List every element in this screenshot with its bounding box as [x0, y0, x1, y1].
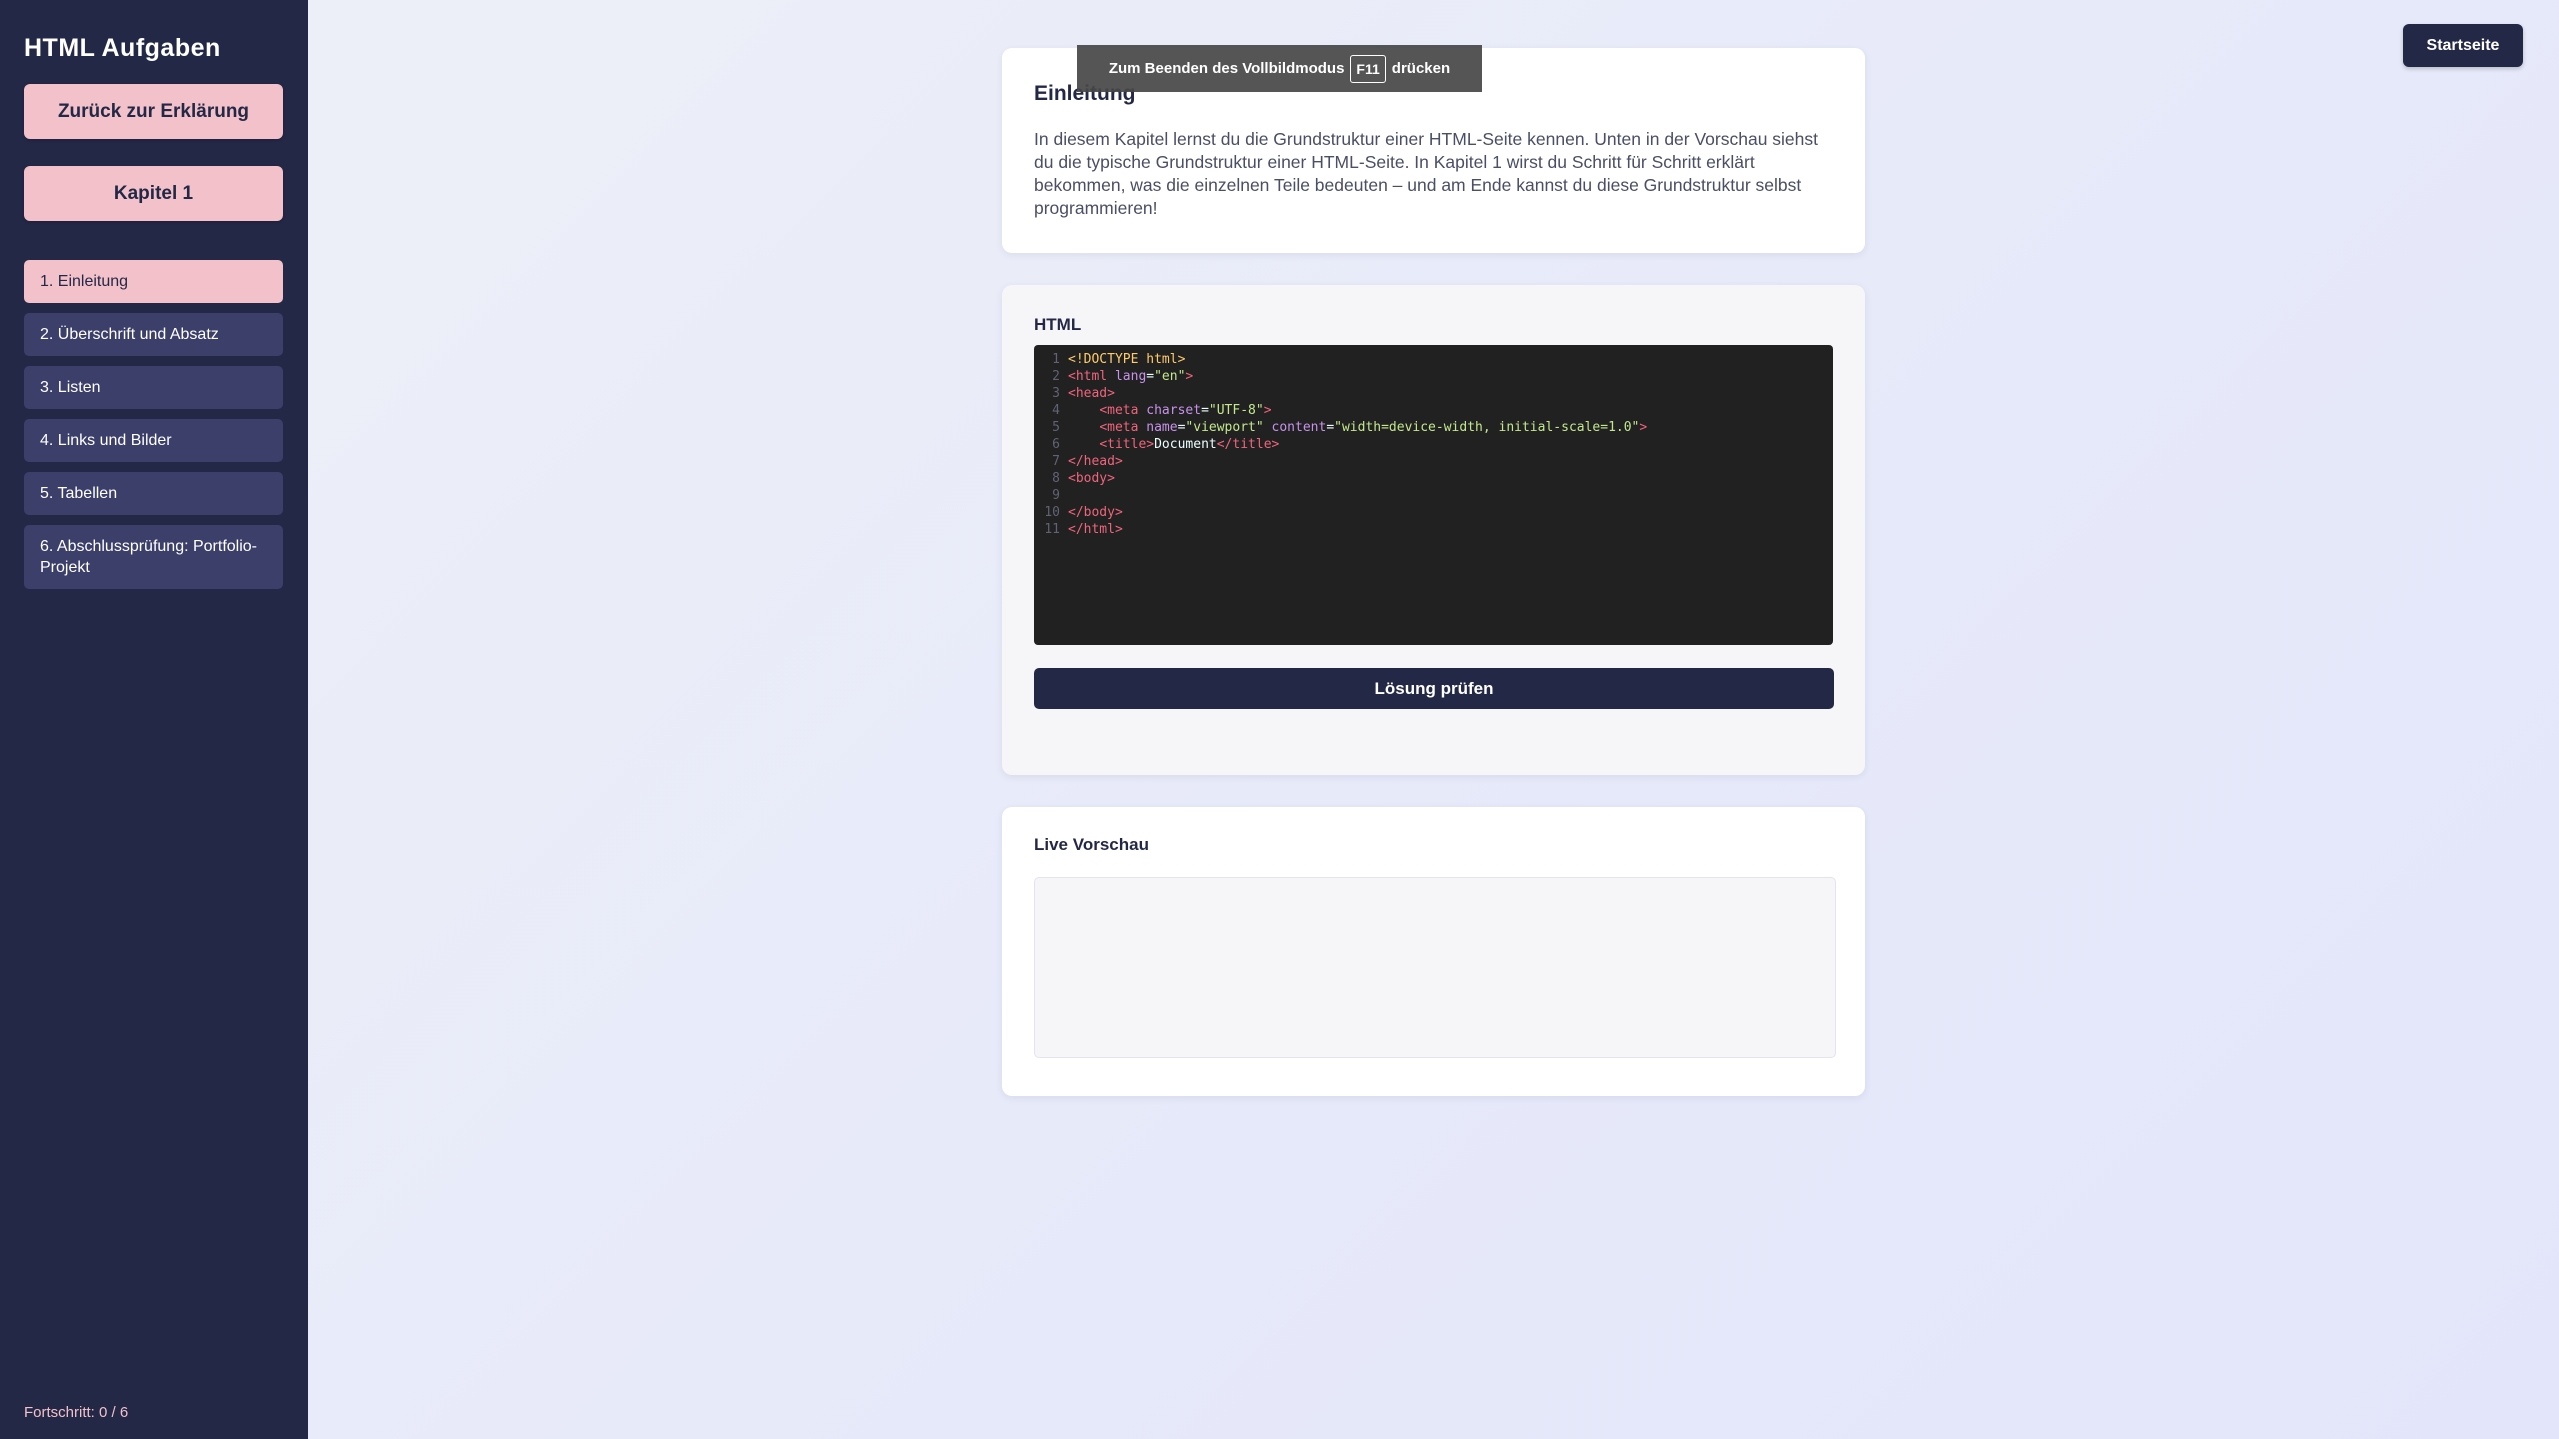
code-line: 10 </body>: [1034, 504, 1833, 521]
sidebar-item-6[interactable]: 6. Abschlussprüfung: Portfolio-Projekt: [24, 525, 283, 589]
code-token: </head>: [1068, 454, 1123, 469]
line-number: 10: [1044, 505, 1060, 520]
sidebar-item-4[interactable]: 4. Links und Bilder: [24, 419, 283, 462]
line-number: 7: [1052, 454, 1060, 469]
code-line: 9: [1034, 487, 1833, 504]
line-number: 3: [1052, 386, 1060, 401]
code-line: 3 <head>: [1034, 385, 1833, 402]
code-token: </html>: [1068, 522, 1123, 537]
code-token: "width=device-width, initial-scale=1.0": [1334, 420, 1640, 435]
code-token: <!DOCTYPE html>: [1068, 352, 1186, 367]
code-line: 7 </head>: [1034, 453, 1833, 470]
line-number: 9: [1052, 488, 1060, 503]
sidebar-item-5[interactable]: 5. Tabellen: [24, 472, 283, 515]
sidebar-item-2[interactable]: 2. Überschrift und Absatz: [24, 313, 283, 356]
line-number: 6: [1052, 437, 1060, 452]
code-token: =: [1326, 420, 1335, 435]
sidebar-item-1[interactable]: 1. Einleitung: [24, 260, 283, 303]
code-token: content: [1271, 420, 1327, 435]
fullscreen-exit-toast: Zum Beenden des Vollbildmodus F11 drücke…: [1077, 45, 1482, 92]
code-line: 11 </html>: [1034, 521, 1833, 538]
code-line: 5 <meta name = "viewport" content = "width=d…: [1034, 419, 1833, 436]
line-number: 11: [1044, 522, 1060, 537]
code-token: "viewport": [1185, 420, 1272, 435]
code-token: >: [1263, 403, 1272, 418]
code-line: 6 <title> Document </title>: [1034, 436, 1833, 453]
sidebar-item-3[interactable]: 3. Listen: [24, 366, 283, 409]
chapter-button[interactable]: Kapitel 1: [24, 166, 283, 221]
line-number: 4: [1052, 403, 1060, 418]
fullscreen-toast-prefix: Zum Beenden des Vollbildmodus: [1108, 60, 1345, 77]
live-preview-card: Live Vorschau: [1002, 807, 1865, 1096]
intro-text: In diesem Kapitel lernst du die Grundstr…: [1034, 129, 1819, 218]
code-token: <title>: [1099, 437, 1155, 452]
code-line: 8 <body>: [1034, 470, 1833, 487]
line-number: 5: [1052, 420, 1060, 435]
code-token: =: [1146, 369, 1155, 384]
chapter-task-list: 1. Einleitung 2. Überschrift und Absatz 3.…: [24, 260, 283, 599]
code-token: <body>: [1068, 471, 1115, 486]
code-token: >: [1185, 369, 1194, 384]
code-token: lang: [1114, 369, 1147, 384]
code-token: >: [1639, 420, 1648, 435]
code-token: <meta: [1099, 403, 1147, 418]
back-to-explanation-button[interactable]: Zurück zur Erklärung: [24, 84, 283, 139]
progress-text: Fortschritt: 0 / 6: [24, 1404, 129, 1421]
code-line: 1 <!DOCTYPE html>: [1034, 351, 1833, 368]
sidebar-title: HTML Aufgaben: [24, 34, 221, 62]
code-editor[interactable]: 1 <!DOCTYPE html> 2 <html lang = "en" >3 <head>…: [1034, 345, 1833, 645]
code-token: =: [1201, 403, 1209, 418]
code-token: "UTF-8": [1208, 403, 1264, 418]
code-token: name: [1146, 420, 1178, 435]
code-token: =: [1177, 420, 1186, 435]
line-number: 8: [1052, 471, 1060, 486]
check-solution-button[interactable]: Lösung prüfen: [1034, 668, 1834, 709]
preview-title: Live Vorschau: [1034, 835, 1149, 854]
code-token: Document: [1154, 437, 1217, 452]
code-line: 4 <meta charset = "UTF-8" >: [1034, 402, 1833, 419]
code-token: charset: [1146, 403, 1202, 418]
code-token: </title>: [1216, 437, 1280, 452]
code-token: "en": [1154, 369, 1186, 384]
fullscreen-toast-suffix: drücken: [1391, 60, 1451, 77]
editor-title: HTML: [1034, 315, 1082, 334]
html-editor-card: HTML 1 <!DOCTYPE html> 2 <html lang = "en" >3 <…: [1002, 285, 1865, 775]
code-token: <meta: [1099, 420, 1147, 435]
f11-key: F11: [1350, 54, 1386, 83]
live-preview-frame: [1034, 877, 1836, 1058]
line-number: 2: [1052, 369, 1060, 384]
sidebar: HTML Aufgaben Zurück zur Erklärung Kapit…: [0, 0, 308, 1439]
code-token: </body>: [1068, 505, 1123, 520]
home-button[interactable]: Startseite: [2403, 24, 2523, 67]
code-token: <html: [1068, 369, 1115, 384]
code-token: <head>: [1068, 386, 1115, 401]
line-number: 1: [1052, 352, 1060, 367]
code-line: 2 <html lang = "en" >: [1034, 368, 1833, 385]
